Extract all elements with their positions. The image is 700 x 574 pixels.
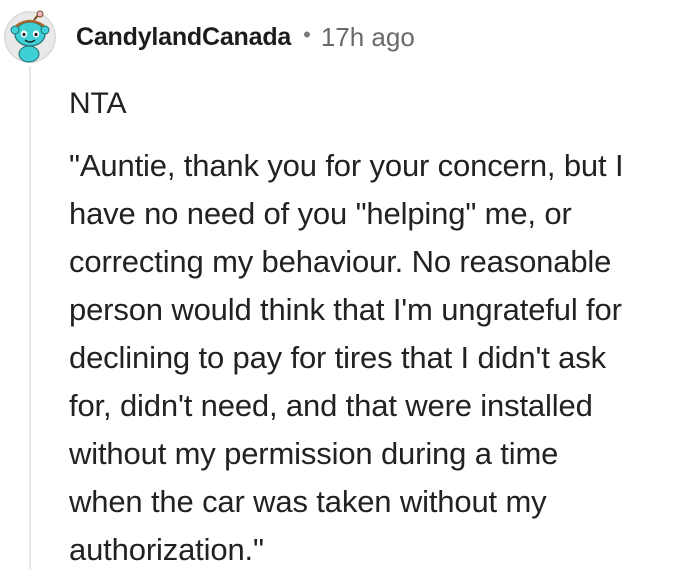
comment-body: NTA "Auntie, thank you for your concern,…: [69, 80, 694, 574]
comment-paragraph: NTA: [69, 87, 127, 120]
comment-paragraph: "Auntie, thank you for your concern, but…: [69, 148, 624, 567]
avatar[interactable]: [3, 10, 57, 64]
username[interactable]: CandylandCanada: [76, 23, 291, 52]
timestamp[interactable]: 17h ago: [321, 22, 415, 53]
separator-dot: •: [303, 22, 311, 47]
snoo-avatar-icon: [4, 10, 56, 63]
thread-line[interactable]: [29, 66, 31, 569]
comment-header: CandylandCanada • 17h ago: [76, 20, 415, 54]
comment: CandylandCanada • 17h ago NTA "Auntie, t…: [0, 0, 700, 569]
